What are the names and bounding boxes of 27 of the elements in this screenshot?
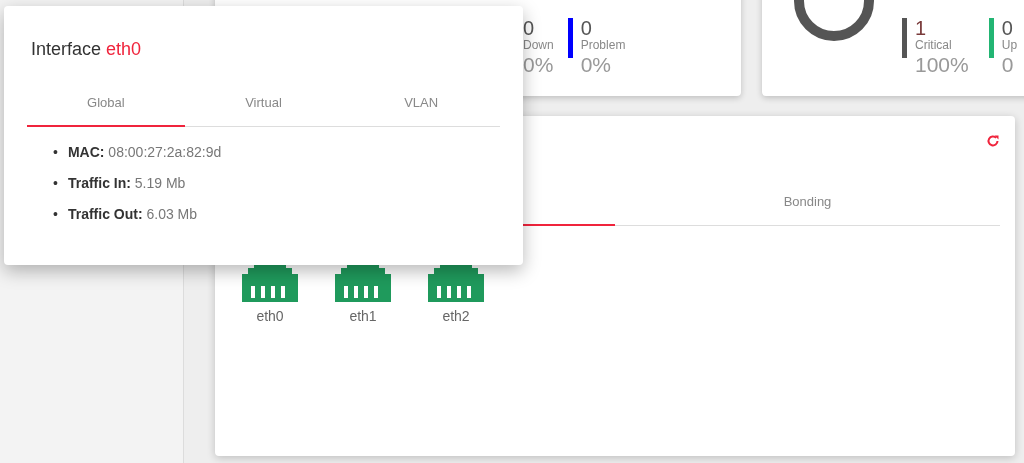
stat-count: 0	[580, 18, 593, 38]
list-bullet: •	[53, 142, 58, 162]
detail-item: MAC: 08:00:27:2a:82:9d	[67, 142, 222, 162]
stat-label: Up	[1001, 38, 1018, 52]
stat-label: Critical	[915, 38, 953, 52]
tab[interactable]: Bonding	[615, 182, 1000, 226]
tab[interactable]: VLAN	[342, 89, 500, 127]
stat-label: Problem	[580, 38, 626, 52]
popup-title: Interface eth0	[31, 38, 143, 61]
stat-percent: 0	[1001, 52, 1015, 78]
tab[interactable]: Virtual	[184, 89, 343, 127]
list-bullet: •	[53, 204, 58, 224]
interface-name: eth2	[442, 306, 470, 326]
stat-count: 0	[523, 18, 536, 38]
stat-label: Down	[523, 38, 554, 52]
refresh-icon[interactable]	[986, 134, 1000, 148]
list-bullet: •	[53, 173, 58, 193]
stat-percent: 0%	[580, 52, 613, 78]
interface-name: eth0	[256, 306, 284, 326]
stat-percent: 100%	[915, 52, 969, 78]
stat-count: 0	[1001, 18, 1014, 38]
tab[interactable]: Global	[27, 89, 185, 127]
stat-percent: 0%	[523, 52, 554, 78]
interface-name: eth1	[349, 306, 377, 326]
detail-item: Traffic Out: 6.03 Mb	[67, 204, 198, 224]
stat-count: 1	[915, 18, 928, 38]
detail-item: Traffic In: 5.19 Mb	[67, 173, 186, 193]
